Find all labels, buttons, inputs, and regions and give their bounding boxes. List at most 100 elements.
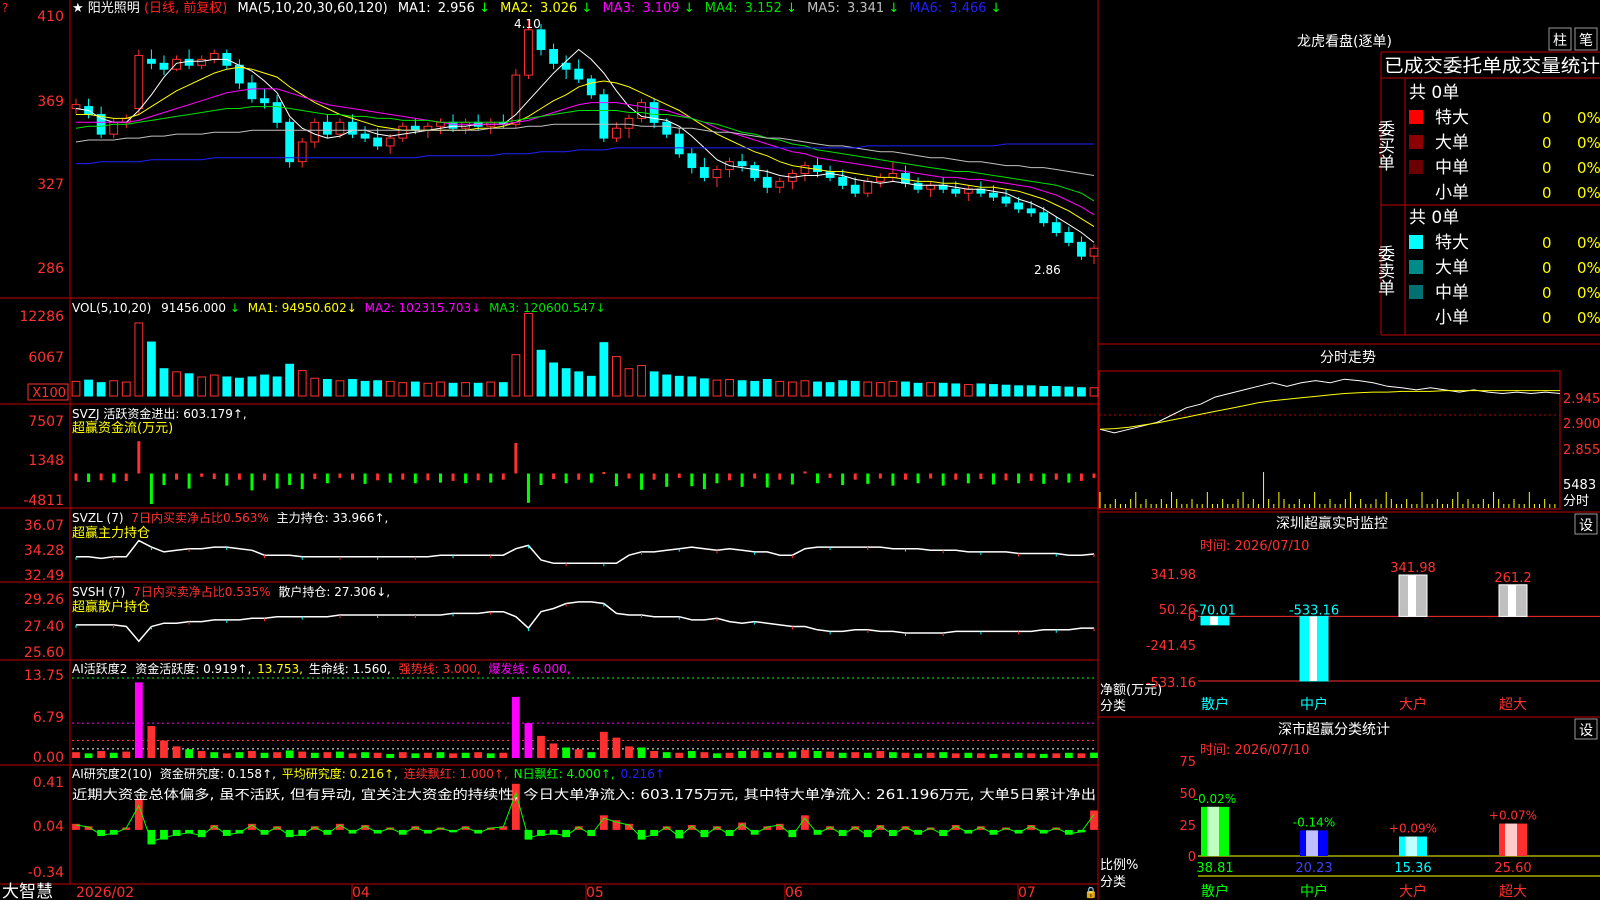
activity-bar (361, 752, 369, 758)
candle-body (737, 161, 747, 167)
candle-body (775, 180, 785, 188)
candle-body (712, 169, 722, 178)
candle-body (448, 121, 458, 129)
activity-bar (273, 752, 281, 758)
activity-bar (210, 752, 219, 758)
classify-bar-highlight (1405, 836, 1417, 856)
activity-bar (1014, 752, 1023, 758)
ma6-label: MA6: (909, 1, 942, 16)
candle-body (549, 49, 558, 64)
ai-research-title: AI研究度2(10) (72, 766, 152, 781)
ma6-value: 3.466 (949, 1, 986, 16)
moneyflow-bar (200, 473, 204, 477)
monitor-settings-label[interactable]: 设 (1579, 518, 1593, 534)
volume-bar (448, 382, 458, 397)
svzl-subtitle: 超赢主力持仓 (72, 525, 150, 541)
activity-bar (650, 751, 659, 758)
volume-bar (989, 384, 998, 397)
vol-header: VOL(5,10,20) 91456.000 ↓ MA1: 94950.602↓… (72, 301, 606, 315)
date-tick: 2026/02 (76, 885, 134, 900)
lock-icon[interactable]: 🔒 (1084, 886, 1098, 899)
bar-view-label[interactable]: 柱 (1553, 33, 1567, 49)
classify-settings-label[interactable]: 设 (1579, 723, 1593, 739)
ma1-label: MA1: (398, 1, 431, 16)
svsh-title: SVSH (7) (72, 585, 125, 599)
activity-bar (436, 752, 445, 758)
moneyflow-bar (728, 473, 732, 481)
ai-active-title: AI活跃度2 (72, 661, 127, 676)
activity-bar (851, 752, 860, 758)
buy-small-label: 小单 (1435, 183, 1469, 203)
tick-view-label[interactable]: 笔 (1579, 33, 1593, 49)
date-axis: 2026/02 04 05 06 07 (76, 885, 1036, 900)
volume-bar (436, 381, 445, 397)
moneyflow-bar (162, 473, 166, 486)
candle-body (599, 94, 609, 139)
vol-unit[interactable]: X100 (32, 386, 66, 401)
activity-bar (763, 752, 772, 758)
ai-active-axis: 13.75 6.79 0.00 (24, 668, 64, 766)
volume-bar (234, 377, 244, 397)
candle-body (260, 98, 269, 104)
moneyflow-bar (526, 473, 530, 503)
volume-bar (750, 380, 760, 397)
ma5-value: 3.341 (847, 1, 884, 16)
volume-bar (813, 381, 822, 397)
price-panel-header: ★ 阳光照明 (日线, 前复权) MA(5,10,20,30,60,120) M… (72, 0, 1002, 16)
moneyflow-bar (376, 473, 380, 481)
volume-bar (561, 368, 571, 397)
activity-bar (612, 737, 621, 758)
candle-body (838, 176, 848, 186)
classify-title: 深市超赢分类统计 (1278, 721, 1390, 738)
activity-bar (285, 750, 294, 758)
candle-body (373, 137, 383, 147)
svzl-axis: 36.07 34.28 32.49 (24, 518, 64, 584)
svzj-tick: -4811 (23, 493, 64, 509)
candle-body (272, 102, 282, 123)
moneyflow-bar (464, 473, 468, 484)
moneyflow-bar (1092, 473, 1096, 478)
activity-bar (951, 753, 960, 758)
ai-active-header: AI活跃度2 资金活跃度: 0.919↑, 13.753, 生命线: 1.560… (72, 661, 571, 676)
activity-bar (939, 752, 948, 758)
moneyflow-bar (438, 473, 442, 483)
volume-bar (674, 375, 684, 397)
moneyflow-bar (665, 473, 669, 487)
svzl-tick: 34.28 (24, 543, 64, 559)
sell-medium-label: 中单 (1435, 283, 1469, 303)
volume-bar (134, 322, 144, 397)
classify-axis: 75 50 25 0 (1179, 755, 1196, 865)
moneyflow-bar (363, 473, 367, 484)
moneyflow-bar (878, 473, 882, 479)
monitor-tick: -241.45 (1146, 639, 1196, 654)
classify-bar-highlight (1306, 830, 1318, 856)
candle-body (687, 153, 697, 169)
price-axis: 410 369 327 286 (37, 9, 64, 277)
volume-bar (963, 384, 973, 397)
candle-body (674, 133, 684, 155)
price-tick: 369 (37, 94, 64, 110)
volume-bar (147, 341, 156, 397)
research-bar (1090, 810, 1098, 830)
activity-bar (323, 752, 332, 758)
activity-bar (84, 753, 93, 758)
activity-bar (524, 723, 533, 758)
favorite-star-icon[interactable]: ★ (72, 1, 84, 16)
activity-bar (675, 752, 684, 758)
activity-bar (1027, 753, 1036, 758)
candle-body (209, 52, 219, 60)
candle-body (913, 182, 923, 190)
volume-bar (712, 379, 722, 397)
buy-large-label: 大单 (1435, 133, 1469, 153)
volume-bar (1039, 385, 1049, 397)
volume-bar (486, 381, 496, 397)
classify-change-label: +0.09% (1389, 822, 1437, 836)
classify-value-label: 38.81 (1196, 861, 1233, 876)
activity-bar (386, 753, 395, 758)
period-label[interactable]: (日线, 前复权) (144, 0, 227, 16)
ma-line-ma6 (76, 143, 1094, 165)
sell-small-pct: 0% (1577, 309, 1600, 327)
stock-chart-canvas: -70.01 散户 -533.16 中户 341.98 大户 261.2 超大 -0.02% 38… (0, 0, 1600, 900)
moneyflow-bar (690, 473, 694, 487)
candle-body (159, 62, 169, 70)
